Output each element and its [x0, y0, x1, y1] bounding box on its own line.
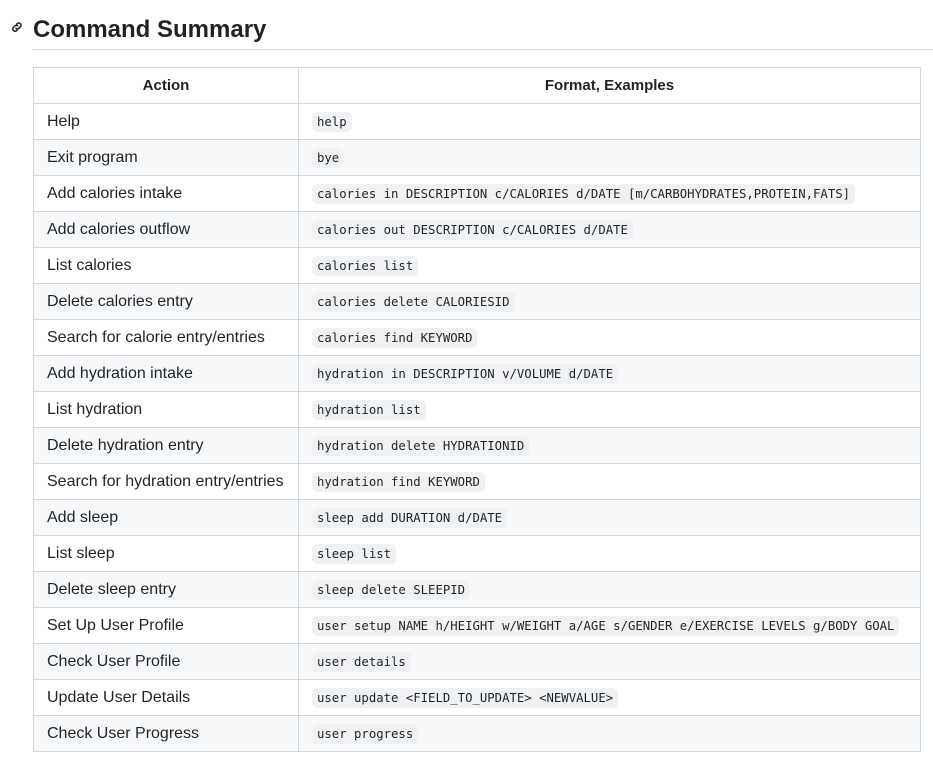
table-row: Add hydration intake hydration in DESCRI… [33, 355, 921, 392]
table-header-row: Action Format, Examples [33, 67, 921, 104]
command-code: calories out DESCRIPTION c/CALORIES d/DA… [312, 219, 633, 240]
command-code: bye [312, 147, 345, 168]
table-row: Add calories intake calories in DESCRIPT… [33, 175, 921, 212]
command-code: hydration find KEYWORD [312, 471, 485, 492]
table-row: Check User Profile user details [33, 643, 921, 680]
format-cell: help [298, 103, 921, 140]
column-header-action: Action [33, 67, 299, 104]
table-row: Delete hydration entry hydration delete … [33, 427, 921, 464]
action-cell: Delete sleep entry [33, 571, 299, 608]
table-row: List calories calories list [33, 247, 921, 284]
format-cell: calories out DESCRIPTION c/CALORIES d/DA… [298, 211, 921, 248]
table-row: Search for calorie entry/entries calorie… [33, 319, 921, 356]
action-cell: Check User Progress [33, 715, 299, 752]
format-cell: bye [298, 139, 921, 176]
table-row: Add calories outflow calories out DESCRI… [33, 211, 921, 248]
table-row: Search for hydration entry/entries hydra… [33, 463, 921, 500]
action-cell: Delete calories entry [33, 283, 299, 320]
action-cell: Check User Profile [33, 643, 299, 680]
column-header-format: Format, Examples [298, 67, 921, 104]
section-heading: Command Summary [0, 0, 933, 51]
format-cell: calories in DESCRIPTION c/CALORIES d/DAT… [298, 175, 921, 212]
format-cell: calories list [298, 247, 921, 284]
action-cell: Set Up User Profile [33, 607, 299, 644]
format-cell: sleep add DURATION d/DATE [298, 499, 921, 536]
table-row: Set Up User Profile user setup NAME h/HE… [33, 607, 921, 644]
command-code: calories delete CALORIESID [312, 291, 515, 312]
format-cell: hydration delete HYDRATIONID [298, 427, 921, 464]
command-code: hydration list [312, 399, 426, 420]
format-cell: sleep delete SLEEPID [298, 571, 921, 608]
action-cell: Search for hydration entry/entries [33, 463, 299, 500]
action-cell: Help [33, 103, 299, 140]
command-code: sleep delete SLEEPID [312, 579, 471, 600]
action-cell: Add calories intake [33, 175, 299, 212]
table-row: List hydration hydration list [33, 391, 921, 428]
format-cell: user details [298, 643, 921, 680]
format-cell: hydration in DESCRIPTION v/VOLUME d/DATE [298, 355, 921, 392]
command-code: sleep list [312, 543, 397, 564]
command-code: user progress [312, 723, 419, 744]
action-cell: List hydration [33, 391, 299, 428]
heading-divider [33, 49, 933, 50]
command-code: hydration delete HYDRATIONID [312, 435, 530, 456]
command-code: calories list [312, 255, 419, 276]
table-row: List sleep sleep list [33, 535, 921, 572]
table-row: Help help [33, 103, 921, 140]
action-cell: List sleep [33, 535, 299, 572]
command-code: calories in DESCRIPTION c/CALORIES d/DAT… [312, 183, 856, 204]
format-cell: user setup NAME h/HEIGHT w/WEIGHT a/AGE … [298, 607, 921, 644]
action-cell: Add calories outflow [33, 211, 299, 248]
table-row: Delete calories entry calories delete CA… [33, 283, 921, 320]
format-cell: calories find KEYWORD [298, 319, 921, 356]
link-icon[interactable] [9, 19, 25, 35]
command-code: user update <FIELD_TO_UPDATE> <NEWVALUE> [312, 687, 619, 708]
table-row: Check User Progress user progress [33, 715, 921, 752]
action-cell: Add sleep [33, 499, 299, 536]
format-cell: user progress [298, 715, 921, 752]
command-code: sleep add DURATION d/DATE [312, 507, 508, 528]
action-cell: Search for calorie entry/entries [33, 319, 299, 356]
command-code: calories find KEYWORD [312, 327, 478, 348]
table-row: Exit program bye [33, 139, 921, 176]
action-cell: List calories [33, 247, 299, 284]
command-summary-table: Action Format, Examples Help help Exit p… [33, 67, 921, 752]
table-row: Update User Details user update <FIELD_T… [33, 679, 921, 716]
action-cell: Add hydration intake [33, 355, 299, 392]
table-row: Delete sleep entry sleep delete SLEEPID [33, 571, 921, 608]
command-code: help [312, 111, 352, 132]
action-cell: Update User Details [33, 679, 299, 716]
command-code: user details [312, 651, 411, 672]
format-cell: user update <FIELD_TO_UPDATE> <NEWVALUE> [298, 679, 921, 716]
action-cell: Delete hydration entry [33, 427, 299, 464]
format-cell: sleep list [298, 535, 921, 572]
command-code: hydration in DESCRIPTION v/VOLUME d/DATE [312, 363, 619, 384]
format-cell: hydration list [298, 391, 921, 428]
format-cell: hydration find KEYWORD [298, 463, 921, 500]
action-cell: Exit program [33, 139, 299, 176]
command-code: user setup NAME h/HEIGHT w/WEIGHT a/AGE … [312, 615, 900, 636]
page-title: Command Summary [33, 16, 267, 43]
format-cell: calories delete CALORIESID [298, 283, 921, 320]
table-row: Add sleep sleep add DURATION d/DATE [33, 499, 921, 536]
